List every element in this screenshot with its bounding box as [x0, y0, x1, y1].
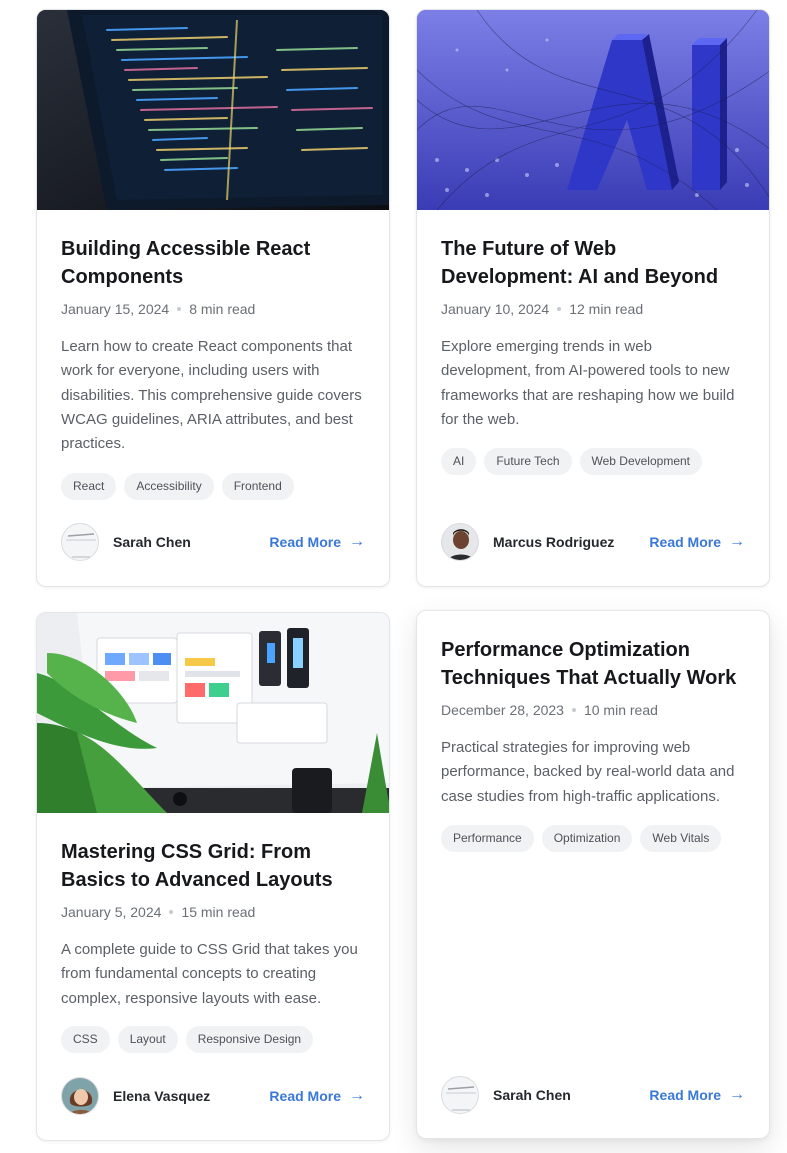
- author[interactable]: Sarah Chen: [61, 523, 191, 561]
- tag[interactable]: Layout: [117, 1026, 178, 1053]
- read-more-label: Read More: [269, 534, 341, 550]
- arrow-right-icon: →: [729, 533, 745, 550]
- read-more-link[interactable]: Read More →: [649, 1086, 745, 1104]
- post-cover-image[interactable]: [37, 10, 389, 210]
- avatar: [61, 1077, 99, 1115]
- separator-dot: [169, 910, 174, 914]
- read-time: 15 min read: [181, 904, 256, 920]
- post-cover-image[interactable]: [417, 10, 769, 210]
- post-card[interactable]: The Future of Web Development: AI and Be…: [416, 9, 770, 587]
- avatar: [441, 1076, 479, 1114]
- author[interactable]: Marcus Rodriguez: [441, 523, 614, 561]
- arrow-right-icon: →: [349, 533, 365, 550]
- read-more-link[interactable]: Read More →: [269, 533, 365, 551]
- author[interactable]: Elena Vasquez: [61, 1077, 210, 1115]
- tag[interactable]: Web Development: [579, 448, 702, 475]
- author-name[interactable]: Elena Vasquez: [113, 1088, 210, 1104]
- post-title[interactable]: Performance Optimization Techniques That…: [441, 636, 745, 692]
- tag-list: CSS Layout Responsive Design: [61, 1026, 314, 1053]
- post-meta: January 15, 2024 8 min read: [61, 300, 255, 318]
- arrow-right-icon: →: [729, 1086, 745, 1103]
- read-time: 10 min read: [583, 702, 658, 718]
- separator-dot: [177, 307, 182, 311]
- arrow-right-icon: →: [349, 1087, 365, 1104]
- avatar: [441, 523, 479, 561]
- post-date: January 10, 2024: [441, 301, 550, 317]
- code-editor-image: [37, 10, 389, 210]
- post-excerpt: Practical strategies for improving web p…: [441, 739, 735, 805]
- post-title[interactable]: The Future of Web Development: AI and Be…: [441, 235, 745, 291]
- tag[interactable]: Future Tech: [484, 448, 572, 475]
- read-more-label: Read More: [649, 1087, 721, 1103]
- post-footer: Sarah Chen Read More →: [441, 1076, 745, 1114]
- tag-list: AI Future Tech Web Development: [441, 448, 702, 475]
- post-footer: Elena Vasquez Read More →: [61, 1077, 365, 1115]
- avatar: [61, 523, 99, 561]
- post-excerpt: A complete guide to CSS Grid that takes …: [61, 941, 358, 1007]
- tag-list: Performance Optimization Web Vitals: [441, 825, 722, 852]
- post-footer: Marcus Rodriguez Read More →: [441, 523, 745, 561]
- tag-list: React Accessibility Frontend: [61, 473, 294, 500]
- tag[interactable]: AI: [441, 448, 477, 475]
- post-card[interactable]: Performance Optimization Techniques That…: [416, 610, 770, 1139]
- read-more-label: Read More: [269, 1088, 341, 1104]
- avatar-placeholder-icon: [446, 1086, 476, 1111]
- post-excerpt: Explore emerging trends in web developme…: [441, 338, 735, 428]
- tag[interactable]: Web Vitals: [640, 825, 722, 852]
- read-time: 12 min read: [569, 301, 644, 317]
- read-more-label: Read More: [649, 534, 721, 550]
- author-name[interactable]: Sarah Chen: [493, 1087, 571, 1103]
- post-cover-image[interactable]: [37, 613, 389, 813]
- post-date: December 28, 2023: [441, 702, 564, 718]
- tag[interactable]: Frontend: [221, 473, 294, 500]
- ai-letters-image: [417, 10, 769, 210]
- tag[interactable]: Performance: [441, 825, 534, 852]
- post-footer: Sarah Chen Read More →: [61, 523, 365, 561]
- tag[interactable]: Optimization: [541, 825, 633, 852]
- separator-dot: [571, 708, 576, 712]
- read-more-link[interactable]: Read More →: [649, 533, 745, 551]
- author-name[interactable]: Marcus Rodriguez: [493, 534, 614, 550]
- design-monitor-image: [37, 613, 389, 813]
- post-card[interactable]: Mastering CSS Grid: From Basics to Advan…: [36, 612, 390, 1141]
- tag[interactable]: React: [61, 473, 117, 500]
- post-title[interactable]: Building Accessible React Components: [61, 235, 365, 291]
- avatar-photo: [62, 1078, 98, 1114]
- tag[interactable]: CSS: [61, 1026, 110, 1053]
- tag[interactable]: Responsive Design: [185, 1026, 314, 1053]
- post-meta: December 28, 2023 10 min read: [441, 701, 658, 719]
- post-title[interactable]: Mastering CSS Grid: From Basics to Advan…: [61, 838, 365, 894]
- post-card[interactable]: Building Accessible React Components Jan…: [36, 9, 390, 587]
- post-excerpt: Learn how to create React components tha…: [61, 338, 362, 453]
- avatar-placeholder-icon: [66, 533, 96, 558]
- post-meta: January 10, 2024 12 min read: [441, 300, 643, 318]
- post-meta: January 5, 2024 15 min read: [61, 903, 255, 921]
- tag[interactable]: Accessibility: [124, 473, 214, 500]
- separator-dot: [557, 307, 562, 311]
- read-more-link[interactable]: Read More →: [269, 1087, 365, 1105]
- post-date: January 5, 2024: [61, 904, 162, 920]
- author[interactable]: Sarah Chen: [441, 1076, 571, 1114]
- author-name[interactable]: Sarah Chen: [113, 534, 191, 550]
- avatar-photo: [442, 524, 478, 560]
- read-time: 8 min read: [189, 301, 256, 317]
- post-date: January 15, 2024: [61, 301, 170, 317]
